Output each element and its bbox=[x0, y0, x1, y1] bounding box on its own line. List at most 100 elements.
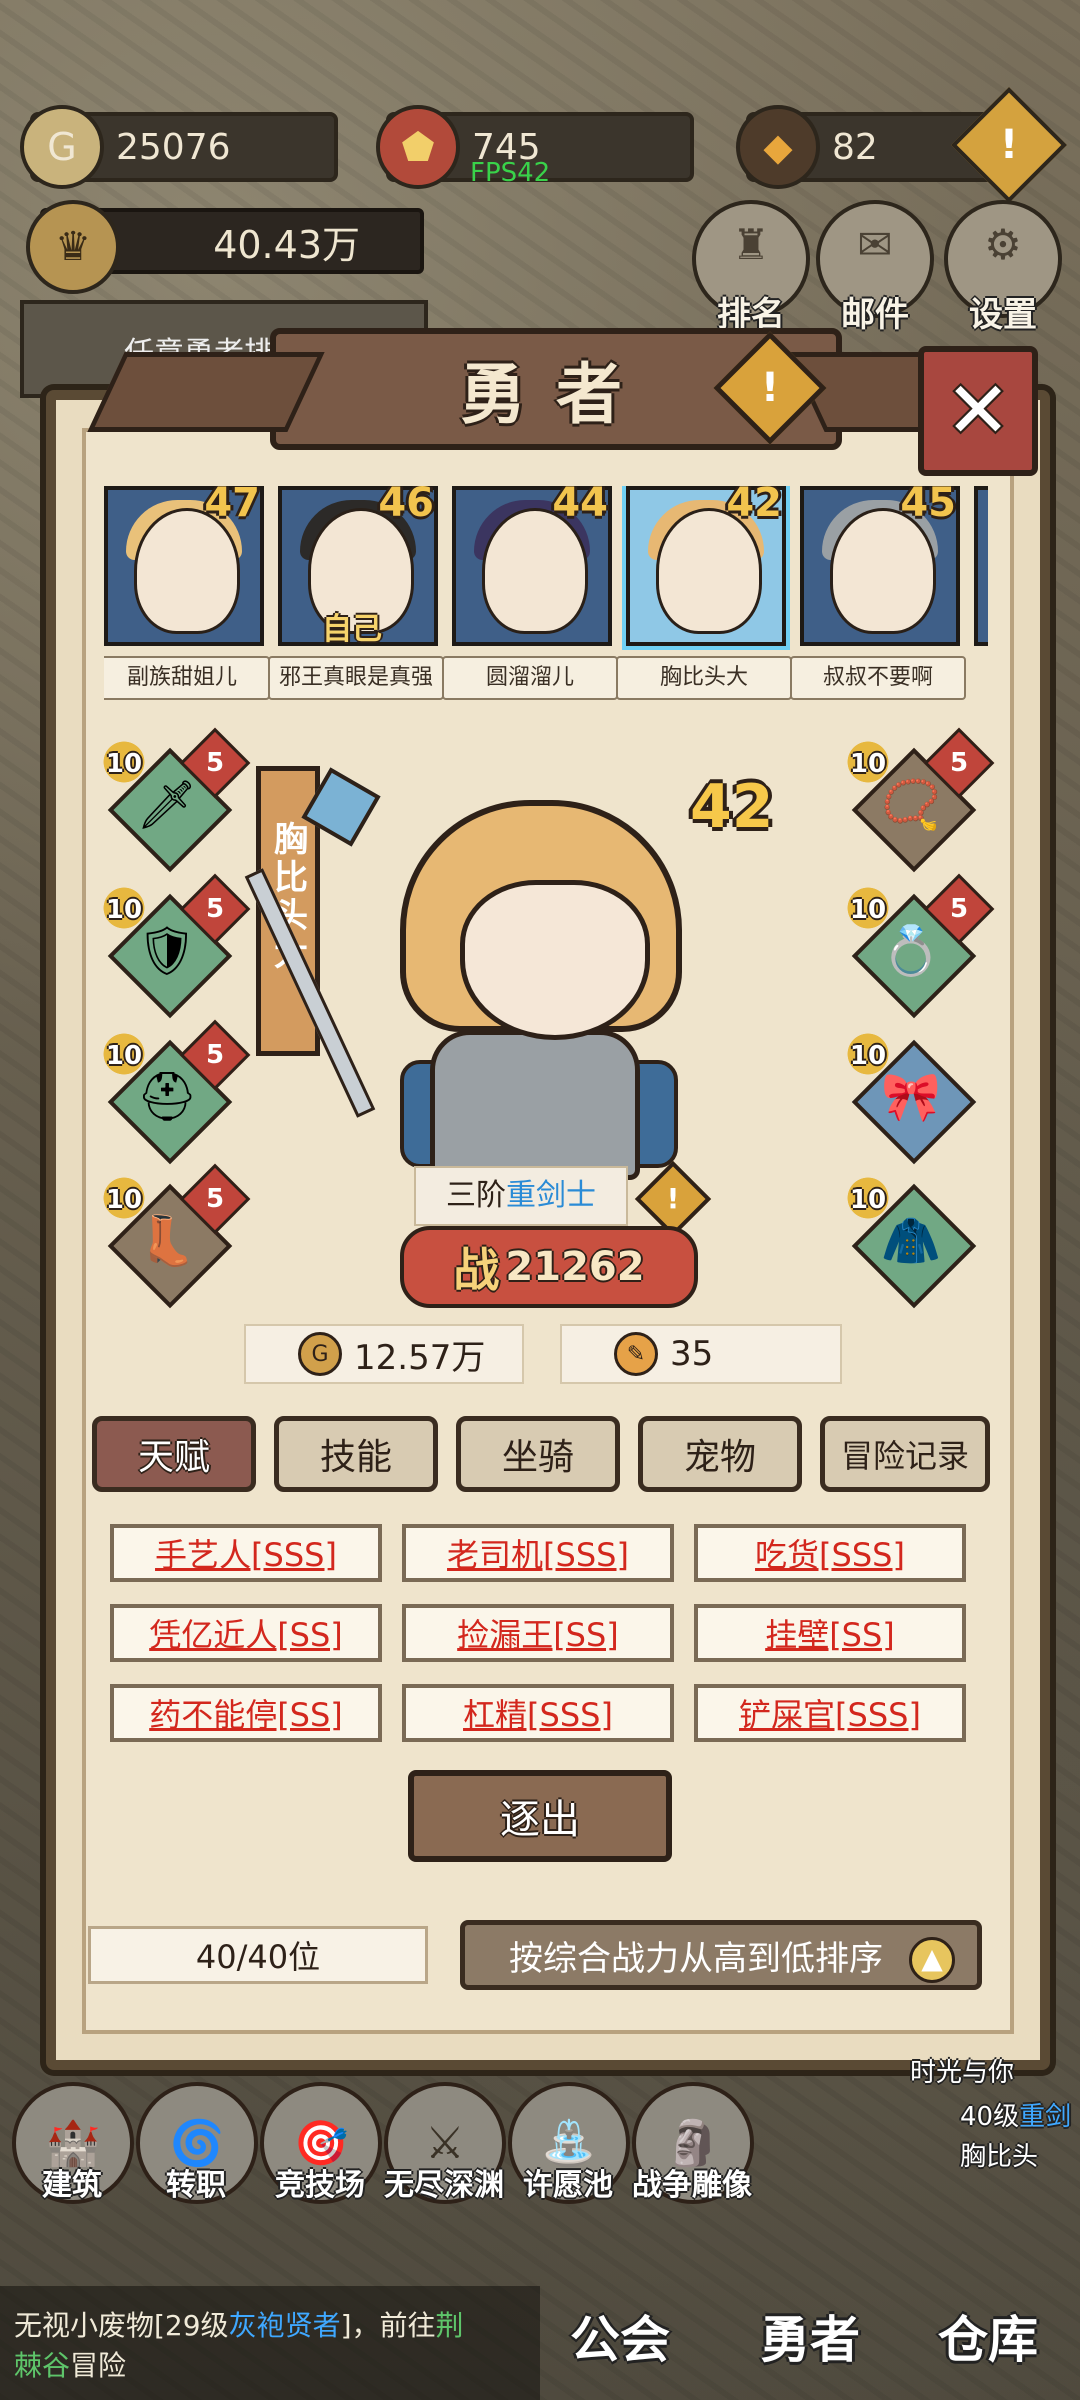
equip-slot-armor[interactable]: 🛡 10 5 bbox=[98, 873, 251, 1019]
nav-wishing-pool[interactable]: ⛲ 许愿池 bbox=[508, 2082, 630, 2204]
gold-counter: G 25076 bbox=[20, 105, 338, 189]
arrow-up-icon: ▲ bbox=[909, 1937, 955, 1983]
class-name: 重剑士 bbox=[506, 1178, 596, 1213]
star-count: 5 bbox=[949, 894, 969, 924]
close-icon: ✕ bbox=[945, 366, 1011, 456]
talent-item[interactable]: 杠精[SSS] bbox=[402, 1684, 674, 1742]
star-count: 5 bbox=[205, 748, 225, 778]
hero-card[interactable]: 45 叔叔不要啊 bbox=[790, 486, 966, 700]
msg-text: ]，前往 bbox=[340, 2309, 436, 2342]
hero-portrait[interactable]: 46 自己 bbox=[278, 486, 438, 647]
nav-arena[interactable]: 🎯 竞技场 bbox=[260, 2082, 382, 2204]
hero-name: 副族甜姐儿 bbox=[104, 656, 270, 700]
hero-name: 叔叔不要啊 bbox=[790, 656, 966, 700]
hero-portrait[interactable]: 45 bbox=[800, 486, 960, 646]
chat-snippet: 40级重剑 bbox=[960, 2096, 1071, 2133]
gold-coin-icon: G bbox=[20, 105, 104, 189]
hero-face bbox=[134, 508, 240, 634]
nav-job-change[interactable]: 🌀 转职 bbox=[136, 2082, 258, 2204]
equip-level: 10 bbox=[98, 1172, 150, 1224]
talent-item[interactable]: 手艺人[SSS] bbox=[110, 1524, 382, 1582]
total-power-value: 40.43万 bbox=[213, 222, 360, 267]
expel-button[interactable]: 逐出 bbox=[408, 1770, 672, 1862]
ticket-icon: ✎ bbox=[614, 1332, 658, 1376]
talent-item[interactable]: 吃货[SSS] bbox=[694, 1524, 966, 1582]
gold-coin-icon: G bbox=[298, 1332, 342, 1376]
nav-building[interactable]: 🏰 建筑 bbox=[12, 2082, 134, 2204]
talent-item[interactable]: 老司机[SSS] bbox=[402, 1524, 674, 1582]
talent-item[interactable]: 捡漏王[SS] bbox=[402, 1604, 674, 1662]
settings-button[interactable]: ⚙ 设置 bbox=[944, 200, 1062, 335]
hero-level: 44 bbox=[552, 486, 608, 526]
msg-text: 无视小废物[29级 bbox=[14, 2309, 229, 2342]
close-button[interactable]: ✕ bbox=[918, 346, 1038, 476]
main-tab-guild[interactable]: 公会 bbox=[570, 2300, 670, 2372]
hero-artwork bbox=[340, 760, 700, 1200]
hero-card-partial[interactable] bbox=[974, 486, 988, 646]
equip-level: 10 bbox=[98, 1028, 150, 1080]
exclamation-icon: ! bbox=[999, 122, 1019, 168]
combat-label: 战 bbox=[453, 1243, 500, 1297]
equip-slot-helmet[interactable]: ⛑ 10 5 bbox=[98, 1019, 251, 1165]
equip-slot-ring[interactable]: 💍 10 5 bbox=[842, 873, 995, 1019]
tab-skills[interactable]: 技能 bbox=[274, 1416, 438, 1492]
hero-card[interactable]: 44 圆溜溜儿 bbox=[442, 486, 618, 700]
hero-class: 三阶重剑士 bbox=[414, 1166, 628, 1226]
equip-slot-weapon[interactable]: 🗡 10 5 bbox=[98, 727, 251, 873]
main-tab-heroes[interactable]: 勇者 bbox=[760, 2300, 860, 2372]
roster-count: 40/40位 bbox=[88, 1926, 428, 1984]
talent-item[interactable]: 药不能停[SS] bbox=[110, 1684, 382, 1742]
hero-portrait[interactable]: 42 bbox=[626, 486, 786, 646]
equip-slot-belt[interactable]: 🎀 10 bbox=[842, 1028, 977, 1165]
event-message[interactable]: 无视小废物[29级灰袍贤者]，前往荆 棘谷冒险 bbox=[0, 2286, 540, 2400]
talent-item[interactable]: 铲屎官[SSS] bbox=[694, 1684, 966, 1742]
hero-portrait[interactable]: 44 bbox=[452, 486, 612, 646]
total-power-bar: ♛ 40.43万 bbox=[26, 200, 424, 294]
chat-snippet: 时光与你 bbox=[910, 2058, 1015, 2088]
hero-ticket-value: 35 bbox=[670, 1334, 714, 1374]
tab-adventure-log[interactable]: 冒险记录 bbox=[820, 1416, 990, 1492]
tab-pet[interactable]: 宠物 bbox=[638, 1416, 802, 1492]
hero-face bbox=[460, 880, 650, 1040]
hero-portrait[interactable]: 47 bbox=[104, 486, 264, 646]
nav-label: 战争雕像 bbox=[632, 2168, 752, 2203]
hero-level: 47 bbox=[204, 486, 260, 526]
hero-card-selected[interactable]: 42 胸比头大 bbox=[616, 486, 792, 700]
talent-item[interactable]: 凭亿近人[SS] bbox=[110, 1604, 382, 1662]
equip-slot-cape[interactable]: 🧥 10 bbox=[842, 1172, 977, 1309]
tab-mount[interactable]: 坐骑 bbox=[456, 1416, 620, 1492]
hero-name: 胸比头大 bbox=[616, 656, 792, 700]
settings-label: 设置 bbox=[969, 295, 1037, 335]
msg-location: 棘谷 bbox=[14, 2349, 71, 2382]
hero-portrait[interactable] bbox=[974, 486, 988, 646]
equip-slot-necklace[interactable]: 📿 10 5 bbox=[842, 727, 995, 873]
hero-face bbox=[830, 508, 936, 634]
mail-button[interactable]: ✉ 邮件 bbox=[816, 200, 934, 335]
chat-class: 重剑 bbox=[1019, 2102, 1072, 2132]
fps-counter: FPS42 bbox=[470, 158, 551, 188]
laurel-crest-icon: ♛ bbox=[26, 200, 120, 294]
msg-hero-class: 灰袍贤者 bbox=[228, 2309, 341, 2342]
talent-item[interactable]: 挂壁[SS] bbox=[694, 1604, 966, 1662]
hero-gold-stat: G 12.57万 bbox=[244, 1324, 524, 1384]
hero-list[interactable]: 47 副族甜姐儿 46 自己 邪王真眼是真强 44 圆溜溜儿 42 胸比头大 4… bbox=[104, 486, 988, 706]
rank-button[interactable]: ♜ 排名 bbox=[692, 200, 810, 335]
hero-level: 46 bbox=[378, 486, 434, 526]
hero-card[interactable]: 46 自己 邪王真眼是真强 bbox=[268, 486, 444, 700]
nav-abyss[interactable]: ⚔ 无尽深渊 bbox=[384, 2082, 506, 2204]
equip-level: 10 bbox=[842, 736, 894, 788]
hero-level: 42 bbox=[726, 486, 782, 526]
hero-face bbox=[482, 508, 588, 634]
nav-war-statue[interactable]: 🗿 战争雕像 bbox=[632, 2082, 754, 2204]
tab-talent[interactable]: 天赋 bbox=[92, 1416, 256, 1492]
equip-slot-boots[interactable]: 👢 10 5 bbox=[98, 1163, 251, 1309]
equip-level: 10 bbox=[98, 736, 150, 788]
star-count: 5 bbox=[949, 748, 969, 778]
sort-button[interactable]: 按综合战力从高到低排序 ▲ bbox=[460, 1920, 982, 1990]
sort-label: 按综合战力从高到低排序 bbox=[509, 1938, 883, 1979]
hero-card[interactable]: 47 副族甜姐儿 bbox=[104, 486, 270, 700]
hero-level-badge: 42 bbox=[690, 772, 774, 842]
rank-icon: ♜ bbox=[732, 220, 770, 269]
mail-label: 邮件 bbox=[841, 295, 909, 335]
main-tab-warehouse[interactable]: 仓库 bbox=[938, 2300, 1038, 2372]
